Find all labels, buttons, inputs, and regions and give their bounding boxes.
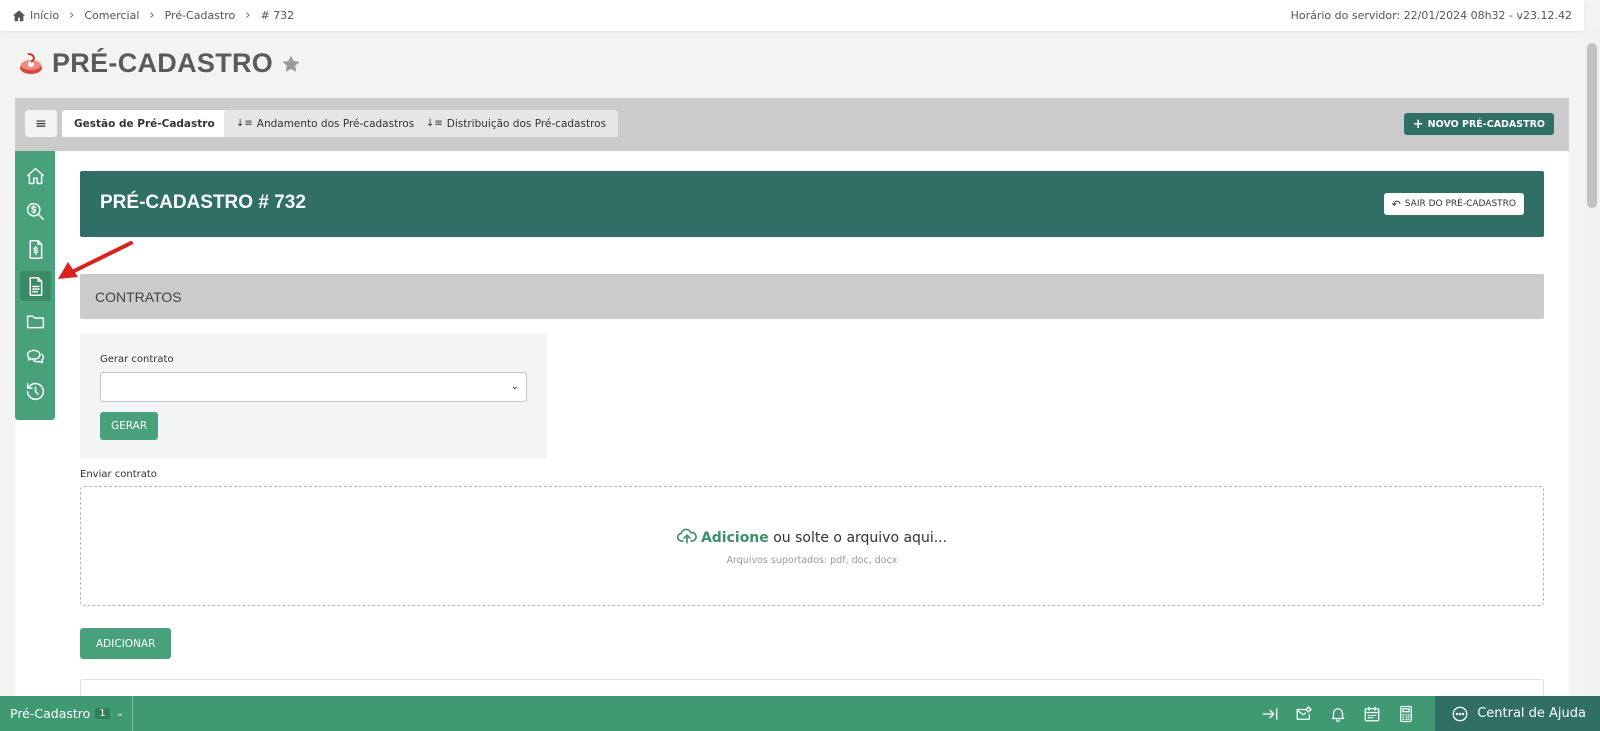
new-pre-cadastro-button[interactable]: + NOVO PRÉ-CADASTRO	[1403, 113, 1554, 135]
star-icon[interactable]	[281, 54, 301, 74]
chevron-down-icon: ⌄	[115, 708, 125, 719]
drop-text: ou solte o arquivo aqui...	[768, 530, 948, 546]
sidebar-rail	[15, 151, 55, 420]
calendar-icon	[1364, 706, 1380, 721]
new-button-label: NOVO PRÉ-CADASTRO	[1427, 118, 1545, 130]
sidebar-item-chat[interactable]	[20, 341, 51, 371]
breadcrumb-item-inicio[interactable]: Início	[30, 9, 59, 22]
bell-icon	[1331, 707, 1345, 722]
sidebar-item-contracts[interactable]	[20, 271, 51, 301]
tab-label: Gestão de Pré-Cadastro	[74, 117, 215, 130]
chevron-right-icon: ›	[69, 8, 75, 23]
breadcrumb: Início › Comercial › Pré-Cadastro › # 73…	[12, 8, 294, 23]
chevron-down-icon: ⌄	[510, 381, 519, 392]
breadcrumb-home[interactable]: Início	[12, 9, 59, 23]
cloud-upload-icon	[676, 528, 697, 544]
menu-toggle-button[interactable]: ≡	[25, 110, 57, 137]
page-header: PRÉ-CADASTRO	[18, 48, 301, 79]
scrollbar-thumb[interactable]	[1587, 43, 1597, 208]
sort-icon: ↓≡	[236, 118, 253, 129]
breadcrumb-item-comercial[interactable]: Comercial	[84, 9, 139, 22]
sidebar-item-home[interactable]	[20, 161, 51, 191]
section-header: CONTRATOS	[80, 274, 1544, 319]
add-button-label: ADICIONAR	[96, 637, 156, 650]
module-logo-icon	[20, 52, 42, 74]
help-center-label: Central de Ajuda	[1477, 706, 1586, 721]
generate-contract-select[interactable]: ⌄	[100, 372, 527, 402]
calendar-button[interactable]	[1355, 696, 1389, 731]
sidebar-item-invoice[interactable]	[20, 234, 51, 264]
home-icon	[12, 9, 26, 21]
breadcrumb-item-pre-cadastro[interactable]: Pré-Cadastro	[165, 9, 236, 22]
document-icon	[29, 276, 43, 296]
add-contract-button[interactable]: ADICIONAR	[80, 628, 172, 659]
tab-distribuicao[interactable]: ↓≡ Distribuição dos Pré-cadastros	[414, 110, 619, 137]
plus-icon: +	[1412, 116, 1424, 132]
tab-andamento[interactable]: ↓≡ Andamento dos Pré-cadastros	[224, 110, 427, 137]
help-center-button[interactable]: Central de Ajuda	[1435, 696, 1600, 731]
supported-formats: Arquivos suportados: pdf, doc, docx	[726, 555, 898, 566]
chevron-right-icon: ›	[149, 8, 155, 23]
breadcrumb-item-current: # 732	[260, 9, 295, 22]
sort-icon: ↓≡	[426, 118, 443, 129]
bottom-bar: Pré-Cadastro 1 ⌄ Central de Ajuda	[0, 696, 1600, 731]
collapse-button[interactable]	[1253, 696, 1287, 731]
page-scrollbar[interactable]	[1584, 31, 1600, 696]
chevron-right-icon: ›	[245, 8, 251, 23]
sidebar-item-history[interactable]	[20, 376, 51, 406]
hamburger-icon: ≡	[35, 115, 47, 132]
add-file-link[interactable]: Adicione	[701, 530, 769, 546]
generate-button-label: GERAR	[111, 420, 148, 432]
bottom-toolbar: Central de Ajuda	[1253, 696, 1600, 731]
exit-pre-cadastro-button[interactable]: ↶ SAIR DO PRÉ-CADASTRO	[1383, 193, 1524, 215]
invoice-icon	[29, 239, 43, 259]
section-title: CONTRATOS	[95, 288, 182, 305]
tabs-bar: ≡ Gestão de Pré-Cadastro ↓≡ Andamento do…	[15, 98, 1569, 151]
tab-gestao[interactable]: Gestão de Pré-Cadastro	[62, 110, 227, 137]
record-banner: PRÉ-CADASTRO # 732 ↶ SAIR DO PRÉ-CADASTR…	[80, 171, 1544, 237]
home-icon	[26, 167, 45, 184]
module-name: Pré-Cadastro	[10, 706, 91, 721]
sidebar-item-search-money[interactable]	[20, 196, 51, 226]
file-dropzone[interactable]: Adicione ou solte o arquivo aqui... Arqu…	[80, 486, 1544, 606]
mail-gear-icon	[1296, 705, 1313, 720]
search-money-icon	[26, 202, 45, 220]
tab-label: Andamento dos Pré-cadastros	[256, 117, 415, 130]
server-time: Horário do servidor: 22/01/2024 08h32 - …	[1290, 9, 1572, 22]
tab-label: Distribuição dos Pré-cadastros	[446, 117, 607, 130]
top-bar: Início › Comercial › Pré-Cadastro › # 73…	[0, 0, 1584, 31]
calculator-button[interactable]	[1389, 696, 1423, 731]
sidebar-item-files[interactable]	[20, 306, 51, 336]
reply-arrow-icon: ↶	[1391, 197, 1401, 211]
generate-contract-panel: Gerar contrato ⌄ GERAR	[80, 334, 547, 459]
chat-icon	[26, 349, 45, 363]
page-title: PRÉ-CADASTRO	[52, 48, 274, 78]
upload-contract-label: Enviar contrato	[80, 469, 157, 480]
calculator-icon	[1400, 705, 1413, 722]
exit-button-label: SAIR DO PRÉ-CADASTRO	[1404, 199, 1516, 209]
module-count-badge: 1	[95, 708, 110, 719]
mail-settings-button[interactable]	[1287, 696, 1321, 731]
generate-contract-label: Gerar contrato	[100, 354, 174, 365]
notifications-button[interactable]	[1321, 696, 1355, 731]
history-icon	[26, 382, 45, 400]
arrow-to-right-icon	[1262, 707, 1278, 720]
record-title: PRÉ-CADASTRO # 732	[100, 192, 306, 213]
module-switcher[interactable]: Pré-Cadastro 1 ⌄	[0, 696, 133, 731]
folder-icon	[26, 315, 45, 328]
generate-button[interactable]: GERAR	[100, 412, 159, 440]
dropzone-text: Adicione ou solte o arquivo aqui...	[81, 527, 1543, 546]
chat-bubble-icon	[1452, 706, 1468, 721]
